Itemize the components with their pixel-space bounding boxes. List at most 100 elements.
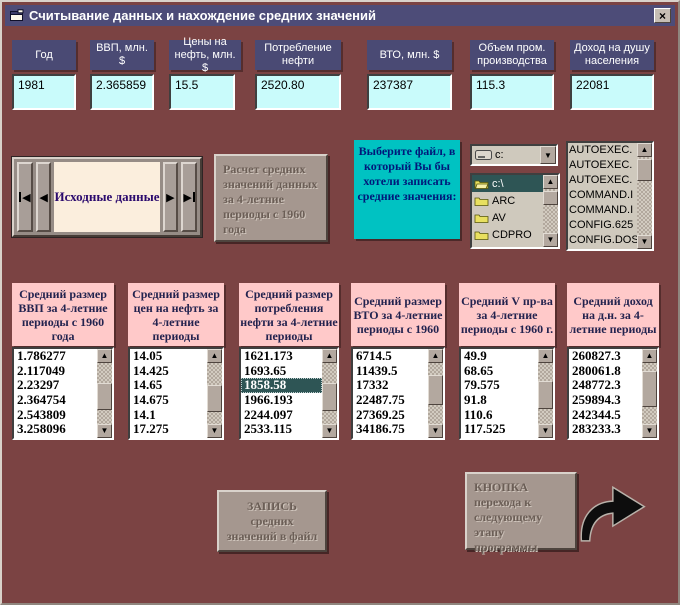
- list-item[interactable]: 27369.25: [353, 408, 428, 423]
- file-item[interactable]: CONFIG.DOS: [568, 233, 637, 248]
- list-item[interactable]: 1.786277: [14, 349, 97, 364]
- list-scrollbar[interactable]: ▲ ▼: [642, 349, 657, 438]
- list-scrollbar[interactable]: ▲ ▼: [207, 349, 222, 438]
- list-item[interactable]: 2.117049: [14, 364, 97, 379]
- directory-item[interactable]: ARC: [472, 192, 543, 209]
- scroll-up-button[interactable]: ▲: [538, 349, 553, 363]
- scroll-down-button[interactable]: ▼: [322, 424, 337, 438]
- field-value-oil-price[interactable]: 15.5: [169, 74, 235, 110]
- scroll-up-button[interactable]: ▲: [207, 349, 222, 363]
- list-item[interactable]: 260827.3: [569, 349, 642, 364]
- list-item[interactable]: 34186.75: [353, 422, 428, 437]
- field-value-gdp[interactable]: 2.365859: [90, 74, 154, 110]
- scroll-up-button[interactable]: ▲: [543, 175, 558, 189]
- list-item[interactable]: 3.258096: [14, 422, 97, 437]
- scroll-thumb[interactable]: [538, 381, 553, 409]
- scroll-track[interactable]: [543, 189, 558, 233]
- list-item[interactable]: 14.65: [130, 378, 207, 393]
- field-value-income[interactable]: 22081: [570, 74, 654, 110]
- field-value-industry[interactable]: 115.3: [470, 74, 554, 110]
- list-item[interactable]: 117.525: [461, 422, 538, 437]
- list-item[interactable]: 22487.75: [353, 393, 428, 408]
- scroll-up-button[interactable]: ▲: [322, 349, 337, 363]
- scroll-down-button[interactable]: ▼: [543, 233, 558, 247]
- list-item-selected[interactable]: 1858.58: [241, 378, 322, 393]
- list-item[interactable]: 11439.5: [353, 364, 428, 379]
- list-item[interactable]: 2244.097: [241, 408, 322, 423]
- scroll-track[interactable]: [637, 157, 652, 235]
- scroll-thumb[interactable]: [543, 191, 558, 205]
- record-prev-button[interactable]: ◀: [36, 162, 52, 232]
- scroll-thumb[interactable]: [207, 385, 222, 412]
- field-value-vto[interactable]: 237387: [367, 74, 452, 110]
- record-last-button[interactable]: ▶: [181, 162, 197, 232]
- list-item[interactable]: 1621.173: [241, 349, 322, 364]
- list-item[interactable]: 91.8: [461, 393, 538, 408]
- list-item[interactable]: 2.23297: [14, 378, 97, 393]
- scroll-track[interactable]: [538, 363, 553, 424]
- list-item[interactable]: 17.275: [130, 422, 207, 437]
- scroll-down-button[interactable]: ▼: [637, 235, 652, 249]
- scroll-up-button[interactable]: ▲: [642, 349, 657, 363]
- list-item[interactable]: 2533.115: [241, 422, 322, 437]
- file-item[interactable]: COMMAND.I: [568, 188, 637, 203]
- list-scrollbar[interactable]: ▲ ▼: [97, 349, 112, 438]
- list-item[interactable]: 248772.3: [569, 378, 642, 393]
- scroll-down-button[interactable]: ▼: [538, 424, 553, 438]
- list-item[interactable]: 6714.5: [353, 349, 428, 364]
- scroll-up-button[interactable]: ▲: [428, 349, 443, 363]
- drive-combo[interactable]: c: ▼: [470, 144, 558, 166]
- close-button[interactable]: ×: [654, 8, 671, 23]
- scroll-thumb[interactable]: [637, 159, 652, 181]
- record-first-button[interactable]: ◀: [17, 162, 33, 232]
- list-item[interactable]: 242344.5: [569, 408, 642, 423]
- list-item[interactable]: 68.65: [461, 364, 538, 379]
- list-item[interactable]: 280061.8: [569, 364, 642, 379]
- list-item[interactable]: 14.1: [130, 408, 207, 423]
- drive-combo-dropdown-button[interactable]: ▼: [540, 146, 556, 164]
- file-item[interactable]: CONFIG.625: [568, 218, 637, 233]
- scroll-down-button[interactable]: ▼: [207, 424, 222, 438]
- list-item[interactable]: 1693.65: [241, 364, 322, 379]
- list-scrollbar[interactable]: ▲ ▼: [538, 349, 553, 438]
- list-item[interactable]: 2.364754: [14, 393, 97, 408]
- file-item[interactable]: COMMAND.I: [568, 203, 637, 218]
- list-item[interactable]: 14.425: [130, 364, 207, 379]
- file-scrollbar[interactable]: ▲ ▼: [637, 143, 652, 249]
- list-item[interactable]: 17332: [353, 378, 428, 393]
- scroll-track[interactable]: [642, 363, 657, 424]
- list-item[interactable]: 49.9: [461, 349, 538, 364]
- file-item[interactable]: AUTOEXEC.: [568, 158, 637, 173]
- list-item[interactable]: 79.575: [461, 378, 538, 393]
- scroll-down-button[interactable]: ▼: [642, 424, 657, 438]
- scroll-up-button[interactable]: ▲: [97, 349, 112, 363]
- record-next-button[interactable]: ▶: [163, 162, 179, 232]
- directory-item[interactable]: CDPRO: [472, 226, 543, 243]
- list-item[interactable]: 2.543809: [14, 408, 97, 423]
- list-item[interactable]: 14.05: [130, 349, 207, 364]
- list-item[interactable]: 1966.193: [241, 393, 322, 408]
- next-stage-button[interactable]: КНОПКА перехода к следующему этапу прогр…: [465, 472, 577, 550]
- directory-scrollbar[interactable]: ▲ ▼: [543, 175, 558, 247]
- list-item[interactable]: 110.6: [461, 408, 538, 423]
- scroll-track[interactable]: [322, 363, 337, 424]
- scroll-track[interactable]: [428, 363, 443, 424]
- write-averages-button[interactable]: ЗАПИСЬ средних значений в файл: [217, 490, 327, 552]
- scroll-down-button[interactable]: ▼: [97, 424, 112, 438]
- list-scrollbar[interactable]: ▲ ▼: [428, 349, 443, 438]
- scroll-track[interactable]: [97, 363, 112, 424]
- file-item[interactable]: AUTOEXEC.: [568, 143, 637, 158]
- scroll-track[interactable]: [207, 363, 222, 424]
- file-item[interactable]: AUTOEXEC.: [568, 173, 637, 188]
- scroll-thumb[interactable]: [428, 375, 443, 405]
- field-value-year[interactable]: 1981: [12, 74, 76, 110]
- scroll-down-button[interactable]: ▼: [428, 424, 443, 438]
- list-item[interactable]: 283233.3: [569, 422, 642, 437]
- scroll-thumb[interactable]: [97, 383, 112, 410]
- list-item[interactable]: 14.675: [130, 393, 207, 408]
- scroll-thumb[interactable]: [642, 371, 657, 407]
- scroll-thumb[interactable]: [322, 383, 337, 411]
- field-value-oil-consumption[interactable]: 2520.80: [255, 74, 341, 110]
- scroll-up-button[interactable]: ▲: [637, 143, 652, 157]
- directory-item[interactable]: AV: [472, 209, 543, 226]
